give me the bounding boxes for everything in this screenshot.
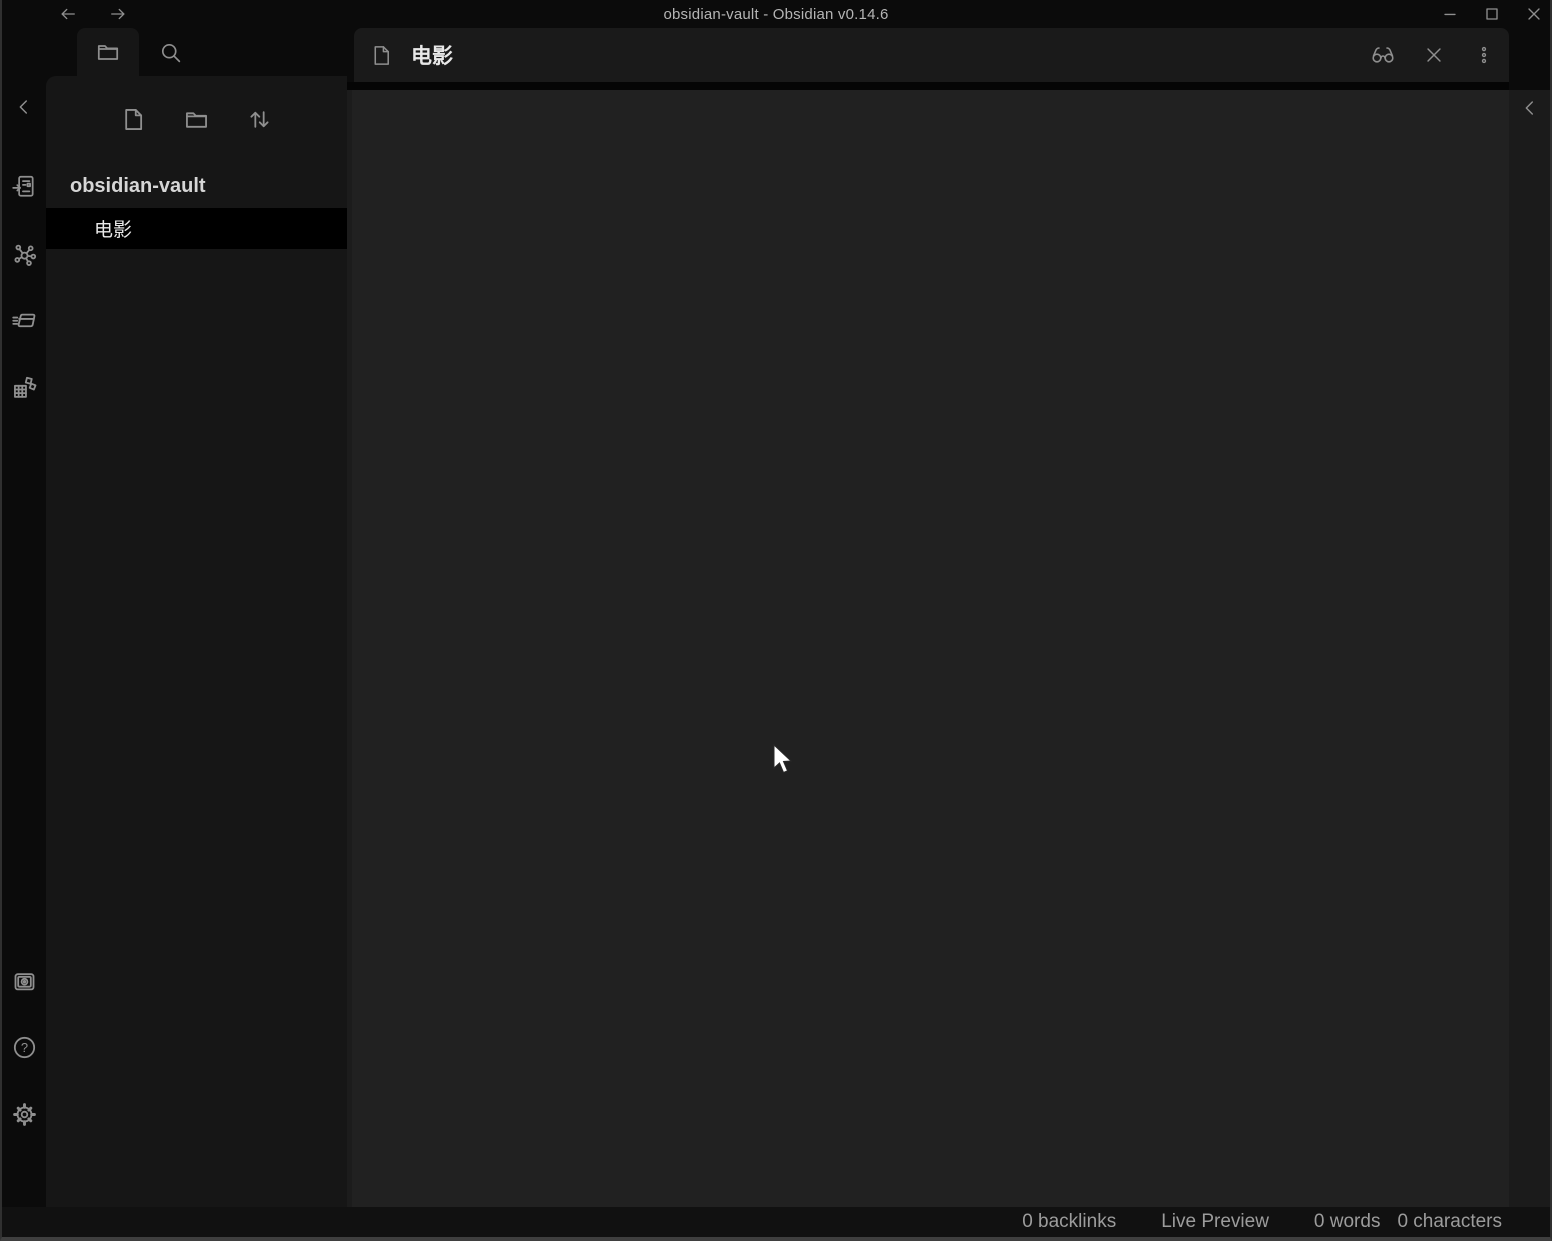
window-title: obsidian-vault - Obsidian v0.14.6 — [2, 6, 1550, 23]
vertical-dots-icon — [1473, 44, 1495, 66]
graph-icon — [11, 241, 38, 268]
reading-view-button[interactable] — [1371, 43, 1395, 67]
minimize-icon — [1440, 4, 1460, 24]
random-note-button[interactable] — [2, 371, 46, 403]
backlinks-count[interactable]: 0 backlinks — [1022, 1211, 1116, 1233]
editor-content[interactable] — [347, 90, 1509, 1207]
titlebar: obsidian-vault - Obsidian v0.14.6 — [2, 0, 1550, 28]
vault-title: obsidian-vault — [46, 173, 347, 199]
collapse-left-sidebar-button[interactable] — [2, 91, 46, 123]
editor-pane: 电影 — [347, 28, 1509, 1207]
new-folder-button[interactable] — [183, 106, 210, 133]
search-icon — [158, 40, 183, 65]
left-ribbon: ? — [2, 28, 46, 1207]
view-mode-indicator[interactable]: Live Preview — [1161, 1211, 1269, 1233]
forward-button[interactable] — [108, 4, 128, 24]
file-explorer-panel: obsidian-vault 电影 — [46, 76, 347, 1207]
open-vault-button[interactable] — [2, 965, 46, 997]
new-note-icon — [120, 106, 147, 133]
expand-right-sidebar-button[interactable] — [1519, 97, 1541, 119]
settings-button[interactable] — [2, 1098, 46, 1130]
tab-file-explorer[interactable] — [77, 28, 139, 76]
chevron-left-icon — [1519, 97, 1541, 119]
tab-search[interactable] — [139, 28, 201, 76]
dice-grid-icon — [11, 374, 38, 401]
back-button[interactable] — [58, 4, 78, 24]
maximize-icon — [1482, 4, 1502, 24]
file-tree-item[interactable]: 电影 — [46, 208, 347, 249]
close-window-button[interactable] — [1524, 4, 1544, 24]
character-count: 0 characters — [1397, 1211, 1502, 1233]
sort-order-icon — [246, 106, 273, 133]
file-explorer-toolbar — [46, 76, 347, 133]
help-button[interactable]: ? — [2, 1031, 46, 1063]
gear-icon — [11, 1101, 38, 1128]
titlebar-nav — [58, 0, 128, 28]
graph-view-button[interactable] — [2, 238, 46, 270]
document-icon — [370, 44, 393, 67]
glasses-icon — [1371, 43, 1395, 67]
close-icon — [1423, 44, 1445, 66]
editor-tab[interactable]: 电影 — [354, 28, 1509, 82]
new-folder-icon — [183, 106, 210, 133]
close-tab-button[interactable] — [1423, 44, 1445, 66]
word-count: 0 words — [1314, 1211, 1381, 1233]
file-tree-item-label: 电影 — [94, 215, 132, 242]
go-to-file-icon — [11, 173, 37, 199]
editor-tab-separator — [347, 82, 1509, 90]
window-controls — [1440, 0, 1544, 28]
command-palette-button[interactable] — [2, 304, 46, 336]
mouse-cursor — [770, 743, 798, 777]
editor-tabstrip: 电影 — [347, 28, 1509, 82]
right-sidebar-collapsed — [1509, 28, 1550, 1207]
close-icon — [1524, 4, 1544, 24]
folder-icon — [95, 39, 121, 65]
minimize-button[interactable] — [1440, 4, 1460, 24]
help-icon: ? — [11, 1034, 38, 1061]
right-strip-top — [1509, 28, 1550, 90]
editor-tab-title: 电影 — [411, 40, 453, 70]
statusbar: 0 backlinks Live Preview 0 words 0 chara… — [2, 1207, 1550, 1237]
left-sidebar: obsidian-vault 电影 — [46, 28, 347, 1207]
sort-order-button[interactable] — [246, 106, 273, 133]
obsidian-window: obsidian-vault - Obsidian v0.14.6 — [0, 0, 1552, 1241]
arrow-left-icon — [58, 4, 78, 24]
maximize-button[interactable] — [1482, 4, 1502, 24]
right-strip-body — [1509, 90, 1550, 1207]
svg-text:?: ? — [20, 1040, 27, 1055]
workspace: ? — [2, 28, 1550, 1207]
left-sidebar-tabstrip — [46, 28, 347, 76]
sliding-card-icon — [11, 307, 38, 334]
new-note-button[interactable] — [120, 106, 147, 133]
more-options-button[interactable] — [1473, 44, 1495, 66]
chevron-left-icon — [13, 96, 35, 118]
vault-icon — [11, 968, 38, 995]
quick-switcher-button[interactable] — [2, 170, 46, 202]
arrow-right-icon — [108, 4, 128, 24]
